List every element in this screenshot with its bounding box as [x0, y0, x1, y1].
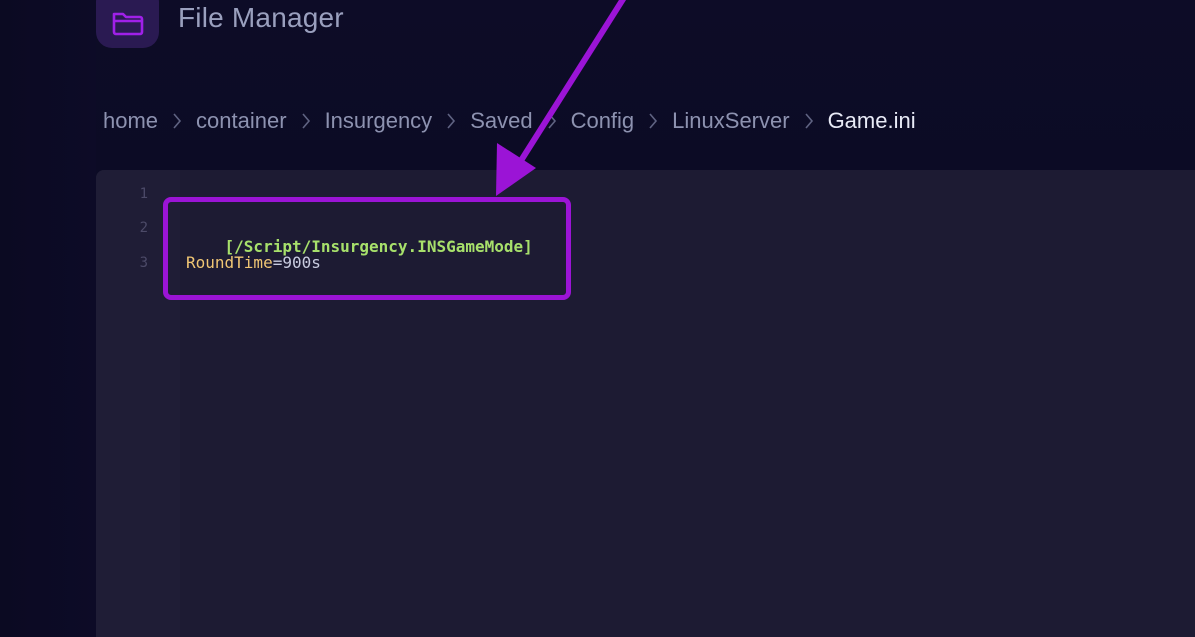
breadcrumb-item-linuxserver[interactable]: LinuxServer: [672, 108, 789, 134]
breadcrumb-current-file: Game.ini: [827, 108, 916, 133]
breadcrumb-item-container[interactable]: container: [196, 108, 287, 134]
chevron-right-icon: [172, 112, 182, 130]
chevron-right-icon: [547, 112, 557, 130]
line-number: 1: [139, 186, 148, 202]
breadcrumb-item-saved[interactable]: Saved: [470, 108, 532, 134]
annotation-highlight-box: [163, 197, 571, 300]
chevron-right-icon: [301, 112, 311, 130]
breadcrumb-item-insurgency[interactable]: Insurgency: [325, 108, 433, 134]
sidebar-edge: [0, 0, 96, 637]
app-title: File Manager: [178, 2, 344, 33]
breadcrumb-item-home[interactable]: home: [103, 108, 158, 134]
line-number: 3: [139, 255, 148, 271]
breadcrumb-item-config[interactable]: Config: [571, 108, 635, 134]
line-number: 2: [139, 220, 148, 236]
chevron-right-icon: [446, 112, 456, 130]
breadcrumb: home container Insurgency Saved Config L…: [103, 106, 916, 136]
app-logo: [96, 0, 159, 48]
chevron-right-icon: [804, 112, 814, 130]
folder-icon: [112, 12, 143, 36]
chevron-right-icon: [648, 112, 658, 130]
